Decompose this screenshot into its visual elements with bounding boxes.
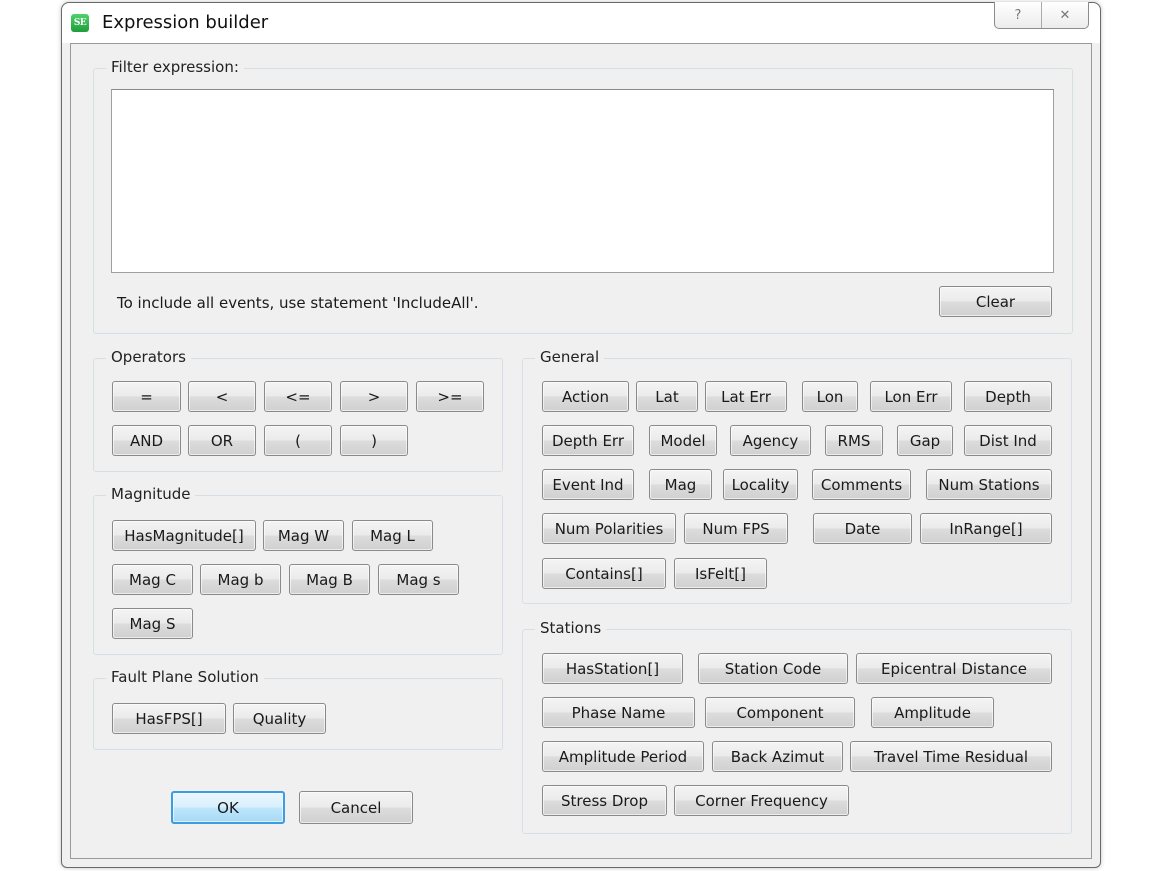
has-station-button[interactable]: HasStation[] bbox=[542, 653, 683, 684]
title-bar[interactable]: SE Expression builder ? ✕ bbox=[62, 2, 1100, 43]
travel-time-residual-button[interactable]: Travel Time Residual bbox=[850, 741, 1052, 772]
mag-s-lower-button[interactable]: Mag s bbox=[378, 564, 459, 595]
field-num-fps-button[interactable]: Num FPS bbox=[684, 513, 788, 544]
field-agency-button[interactable]: Agency bbox=[730, 425, 811, 456]
mag-l-button[interactable]: Mag L bbox=[352, 520, 433, 551]
field-num-polarities-button[interactable]: Num Polarities bbox=[542, 513, 676, 544]
fault-plane-solution-label: Fault Plane Solution bbox=[106, 668, 264, 686]
field-depth-button[interactable]: Depth bbox=[964, 381, 1052, 412]
operator-greater-equal-button[interactable]: >= bbox=[416, 381, 484, 412]
quality-button[interactable]: Quality bbox=[233, 703, 326, 734]
caption-buttons: ? ✕ bbox=[994, 2, 1089, 29]
help-icon: ? bbox=[1014, 7, 1022, 23]
operator-greater-than-button[interactable]: > bbox=[340, 381, 408, 412]
field-date-button[interactable]: Date bbox=[813, 513, 912, 544]
field-rms-button[interactable]: RMS bbox=[825, 425, 883, 456]
field-comments-button[interactable]: Comments bbox=[812, 469, 911, 500]
field-is-felt-button[interactable]: IsFelt[] bbox=[674, 558, 767, 589]
cancel-button[interactable]: Cancel bbox=[299, 791, 413, 824]
operators-label: Operators bbox=[106, 348, 191, 366]
field-gap-button[interactable]: Gap bbox=[897, 425, 953, 456]
field-event-ind-button[interactable]: Event Ind bbox=[542, 469, 634, 500]
amplitude-button[interactable]: Amplitude bbox=[871, 697, 994, 728]
has-magnitude-button[interactable]: HasMagnitude[] bbox=[112, 520, 256, 551]
operator-or-button[interactable]: OR bbox=[188, 425, 256, 456]
has-fps-button[interactable]: HasFPS[] bbox=[112, 703, 226, 734]
back-azimut-button[interactable]: Back Azimut bbox=[712, 741, 843, 772]
operator-less-equal-button[interactable]: <= bbox=[264, 381, 332, 412]
operator-and-button[interactable]: AND bbox=[112, 425, 181, 456]
corner-frequency-button[interactable]: Corner Frequency bbox=[674, 785, 849, 816]
filter-expression-label: Filter expression: bbox=[106, 58, 244, 76]
field-lat-button[interactable]: Lat bbox=[636, 381, 698, 412]
field-lat-err-button[interactable]: Lat Err bbox=[705, 381, 787, 412]
expression-builder-dialog: SE Expression builder ? ✕ Filter express… bbox=[61, 2, 1101, 868]
clear-button[interactable]: Clear bbox=[939, 286, 1052, 317]
field-action-button[interactable]: Action bbox=[542, 381, 629, 412]
mag-b-lower-button[interactable]: Mag b bbox=[200, 564, 281, 595]
field-in-range-button[interactable]: InRange[] bbox=[920, 513, 1052, 544]
mag-c-button[interactable]: Mag C bbox=[112, 564, 193, 595]
magnitude-label: Magnitude bbox=[106, 485, 196, 503]
phase-name-button[interactable]: Phase Name bbox=[542, 697, 695, 728]
station-code-button[interactable]: Station Code bbox=[698, 653, 848, 684]
field-dist-ind-button[interactable]: Dist Ind bbox=[964, 425, 1052, 456]
operator-equals-button[interactable]: = bbox=[112, 381, 181, 412]
field-mag-button[interactable]: Mag bbox=[649, 469, 712, 500]
close-button[interactable]: ✕ bbox=[1041, 2, 1088, 28]
close-icon: ✕ bbox=[1059, 7, 1071, 23]
dialog-client-area: Filter expression: To include all events… bbox=[70, 43, 1092, 859]
operator-less-than-button[interactable]: < bbox=[188, 381, 256, 412]
help-button[interactable]: ? bbox=[995, 2, 1041, 28]
field-num-stations-button[interactable]: Num Stations bbox=[926, 469, 1052, 500]
operator-close-paren-button[interactable]: ) bbox=[340, 425, 408, 456]
operator-open-paren-button[interactable]: ( bbox=[264, 425, 332, 456]
field-depth-err-button[interactable]: Depth Err bbox=[542, 425, 634, 456]
stations-label: Stations bbox=[535, 619, 607, 637]
amplitude-period-button[interactable]: Amplitude Period bbox=[542, 741, 704, 772]
field-model-button[interactable]: Model bbox=[649, 425, 717, 456]
filter-expression-input[interactable] bbox=[111, 89, 1054, 273]
field-locality-button[interactable]: Locality bbox=[723, 469, 798, 500]
field-contains-button[interactable]: Contains[] bbox=[542, 558, 666, 589]
field-lon-err-button[interactable]: Lon Err bbox=[870, 381, 952, 412]
component-button[interactable]: Component bbox=[705, 697, 855, 728]
field-lon-button[interactable]: Lon bbox=[802, 381, 858, 412]
ok-button[interactable]: OK bbox=[171, 791, 285, 824]
epicentral-distance-button[interactable]: Epicentral Distance bbox=[856, 653, 1052, 684]
mag-w-button[interactable]: Mag W bbox=[263, 520, 344, 551]
window-title: Expression builder bbox=[102, 12, 269, 33]
include-all-hint: To include all events, use statement 'In… bbox=[117, 294, 479, 312]
mag-b-upper-button[interactable]: Mag B bbox=[289, 564, 370, 595]
stress-drop-button[interactable]: Stress Drop bbox=[542, 785, 667, 816]
app-icon: SE bbox=[71, 14, 89, 32]
mag-s-upper-button[interactable]: Mag S bbox=[112, 608, 193, 639]
general-label: General bbox=[535, 348, 605, 366]
